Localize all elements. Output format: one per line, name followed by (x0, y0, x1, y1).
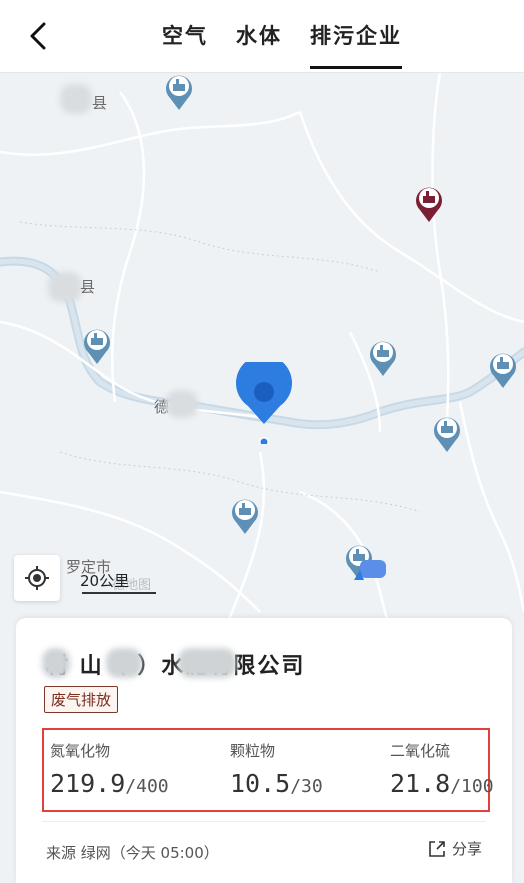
data-source: 来源 绿网（今天 05:00） (46, 844, 219, 862)
metric-value-row: 10.5/30 (230, 769, 323, 798)
metric-label: 二氧化硫 (390, 742, 451, 760)
metric-limit: /100 (450, 776, 494, 797)
active-tab-indicator (310, 66, 402, 69)
factory-pin[interactable] (82, 326, 112, 366)
selected-location-pin[interactable] (234, 355, 294, 447)
blurred-text (42, 648, 70, 678)
place-label: 县 (92, 94, 108, 112)
tab-water[interactable]: 水体 (234, 20, 284, 52)
tab-polluting-enterprises[interactable]: 排污企业 (308, 20, 404, 52)
metric-value-row: 219.9/400 (50, 769, 169, 798)
share-label: 分享 (451, 840, 482, 858)
factory-icon (370, 341, 396, 376)
blurred-label (48, 272, 82, 302)
factory-pin[interactable] (164, 72, 194, 112)
blurred-text (106, 648, 142, 678)
company-name: 材 山（ ）水泥有限公司 (46, 654, 306, 679)
factory-icon (232, 499, 258, 534)
emission-type-badge: 废气排放 (44, 686, 119, 713)
blurred-label (166, 390, 198, 418)
metric-value: 10.5 (230, 769, 291, 798)
square-marker-icon (354, 560, 386, 580)
factory-icon (84, 329, 110, 364)
metric-particulate: 颗粒物 10.5/30 (230, 740, 323, 798)
factory-icon (166, 75, 192, 110)
map-marker-icon (236, 355, 292, 447)
map-scale-bar (82, 592, 156, 594)
locate-button[interactable] (14, 555, 60, 601)
emission-metrics: 氮氧化物 219.9/400 颗粒物 10.5/30 二氧化硫 21.8/100 (42, 728, 494, 812)
metric-limit: /30 (290, 776, 323, 797)
metric-nox: 氮氧化物 219.9/400 (50, 740, 169, 798)
page: 空气 水体 排污企业 县 县 德 罗定市 德地图 20公里 材 山（ ）水泥有限… (0, 0, 524, 883)
blurred-label (60, 84, 92, 114)
metric-value: 219.9 (50, 769, 126, 798)
metric-label: 颗粒物 (230, 742, 276, 760)
enterprise-info-card: 材 山（ ）水泥有限公司 废气排放 氮氧化物 219.9/400 颗粒物 10.… (16, 618, 512, 883)
factory-pin-alert[interactable] (414, 184, 444, 224)
share-icon (429, 840, 445, 857)
share-button[interactable]: 分享 (428, 838, 482, 859)
factory-icon (490, 353, 516, 388)
blurred-text (178, 648, 236, 678)
factory-pin[interactable] (368, 338, 398, 378)
tab-air[interactable]: 空气 (160, 20, 210, 52)
tab-bar: 空气 水体 排污企业 (0, 0, 524, 72)
cluster-marker[interactable] (354, 558, 390, 582)
metric-so2: 二氧化硫 21.8/100 (390, 740, 494, 798)
factory-pin[interactable] (432, 414, 462, 454)
factory-icon (434, 417, 460, 452)
metric-value-row: 21.8/100 (390, 769, 494, 798)
metric-label: 氮氧化物 (50, 742, 111, 760)
crosshair-icon (25, 566, 49, 590)
place-label: 县 (80, 278, 96, 296)
map-scale-label: 20公里 (80, 572, 130, 590)
factory-alert-icon (416, 187, 442, 222)
divider (42, 821, 486, 822)
top-bar: 空气 水体 排污企业 (0, 0, 524, 73)
factory-pin[interactable] (488, 350, 518, 390)
metric-limit: /400 (125, 776, 169, 797)
metric-value: 21.8 (390, 769, 451, 798)
factory-pin[interactable] (230, 496, 260, 536)
